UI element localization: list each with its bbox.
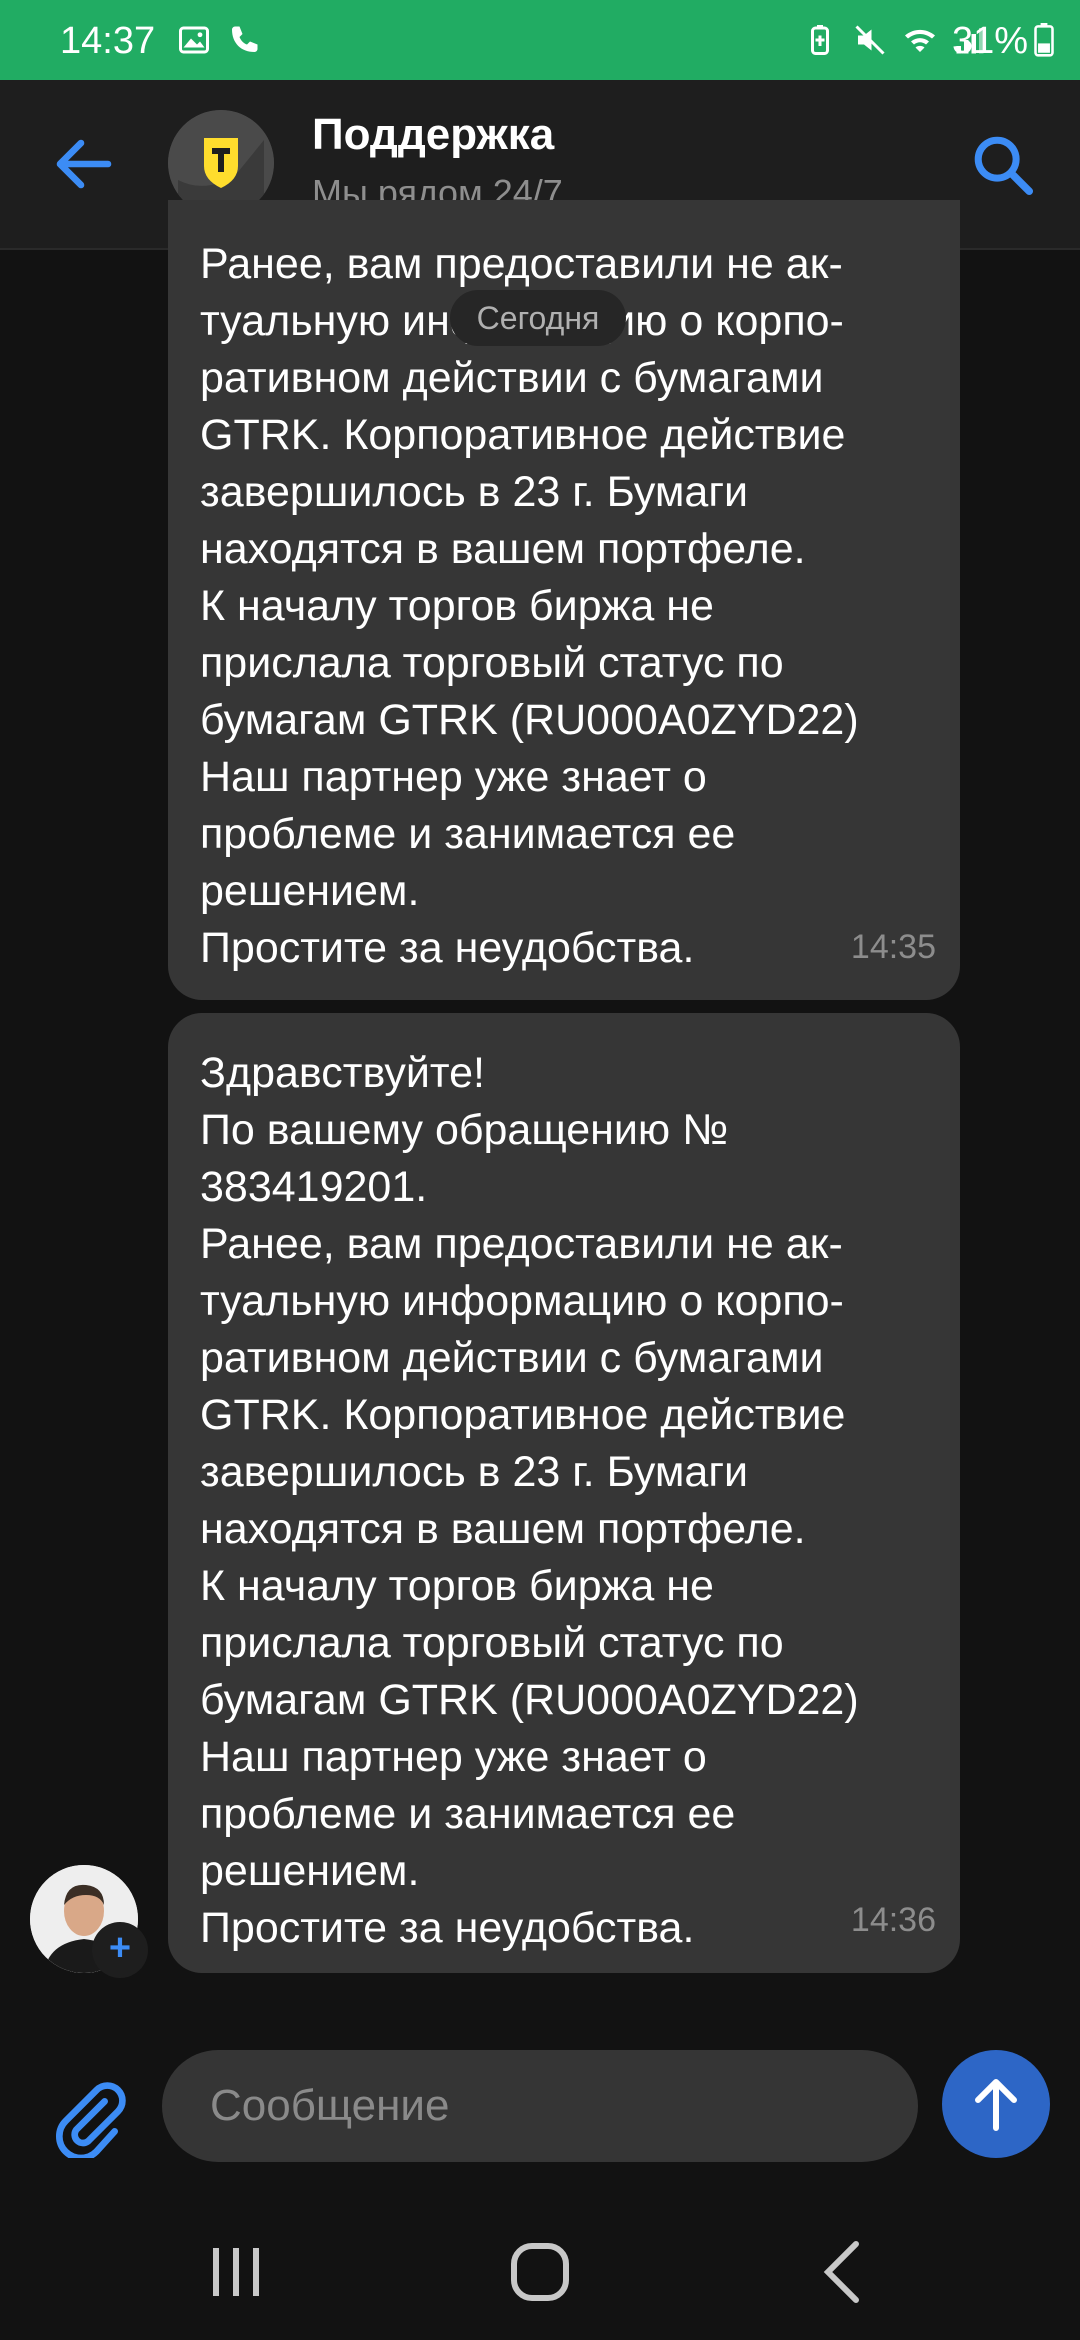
wifi-icon bbox=[905, 29, 935, 52]
message-line: Наш партнер уже знает о bbox=[200, 753, 707, 801]
message-line: прислала торговый статус по bbox=[200, 639, 784, 687]
message-line: туальную информацию о корпо- bbox=[200, 1277, 844, 1325]
message-line: проблеме и занимается ее bbox=[200, 810, 736, 858]
search-icon[interactable] bbox=[968, 130, 1038, 200]
message-line: Ранее, вам предоставили не ак- bbox=[200, 240, 843, 288]
message-line: Простите за неудобства. bbox=[200, 924, 695, 972]
message-bubble: Здравствуйте! По вашему обращению № 383419… bbox=[168, 1013, 960, 1973]
status-time: 14:37 bbox=[60, 20, 156, 62]
battery-level: 31% bbox=[952, 20, 1056, 63]
gallery-notification-icon bbox=[179, 26, 209, 54]
message-line: проблеме и занимается ее bbox=[200, 1790, 736, 1838]
back-arrow-icon[interactable] bbox=[48, 128, 120, 200]
home-icon[interactable] bbox=[500, 2232, 580, 2312]
battery-icon bbox=[1034, 23, 1054, 57]
message-line: находятся в вашем портфеле. bbox=[200, 525, 806, 573]
message-time: 14:35 bbox=[850, 928, 936, 966]
attach-icon[interactable] bbox=[48, 2078, 128, 2158]
message-line: К началу торгов биржа не bbox=[200, 582, 714, 630]
message-line: К началу торгов биржа не bbox=[200, 1562, 714, 1610]
message-line: ративном действии с бумагами bbox=[200, 1334, 824, 1382]
message-line: GTRK. Корпоративное действие bbox=[200, 1391, 846, 1439]
phone-icon bbox=[232, 26, 258, 52]
message-line: По вашему обращению № bbox=[200, 1106, 729, 1154]
message-line: ративном действии с бумагами bbox=[200, 354, 824, 402]
send-button[interactable] bbox=[942, 2050, 1050, 2158]
message-line: Простите за неудобства. bbox=[200, 1904, 695, 1952]
message-line: бумагам GTRK (RU000A0ZYD22) bbox=[200, 696, 859, 744]
message-line: прислала торговый статус по bbox=[200, 1619, 784, 1667]
message-line: GTRK. Корпоративное действие bbox=[200, 411, 846, 459]
message-line: Наш партнер уже знает о bbox=[200, 1733, 707, 1781]
message-line: 383419201. bbox=[200, 1163, 428, 1211]
nav-back-icon[interactable] bbox=[804, 2232, 884, 2312]
date-separator: Сегодня bbox=[450, 290, 626, 346]
status-bar: 14:37 31% bbox=[0, 0, 1080, 80]
send-arrow-icon bbox=[975, 2079, 1017, 2131]
chat-title: Поддержка bbox=[312, 110, 555, 159]
add-badge-icon[interactable]: + bbox=[92, 1922, 148, 1978]
system-nav-bar bbox=[0, 2196, 1080, 2340]
message-line: решением. bbox=[200, 1847, 420, 1895]
message-input[interactable]: Сообщение bbox=[162, 2050, 918, 2162]
message-line: завершилось в 23 г. Бумаги bbox=[200, 468, 749, 516]
message-line: решением. bbox=[200, 867, 420, 915]
battery-saver-icon bbox=[811, 25, 829, 55]
message-time: 14:36 bbox=[850, 1901, 936, 1939]
message-line: Здравствуйте! bbox=[200, 1049, 485, 1097]
battery-text: 31% bbox=[951, 20, 1028, 62]
recents-icon[interactable] bbox=[196, 2232, 276, 2312]
message-line: завершилось в 23 г. Бумаги bbox=[200, 1448, 749, 1496]
message-line: находятся в вашем портфеле. bbox=[200, 1505, 806, 1553]
message-line: Ранее, вам предоставили не ак- bbox=[200, 1220, 843, 1268]
message-line: бумагам GTRK (RU000A0ZYD22) bbox=[200, 1676, 859, 1724]
mute-icon bbox=[855, 25, 885, 55]
